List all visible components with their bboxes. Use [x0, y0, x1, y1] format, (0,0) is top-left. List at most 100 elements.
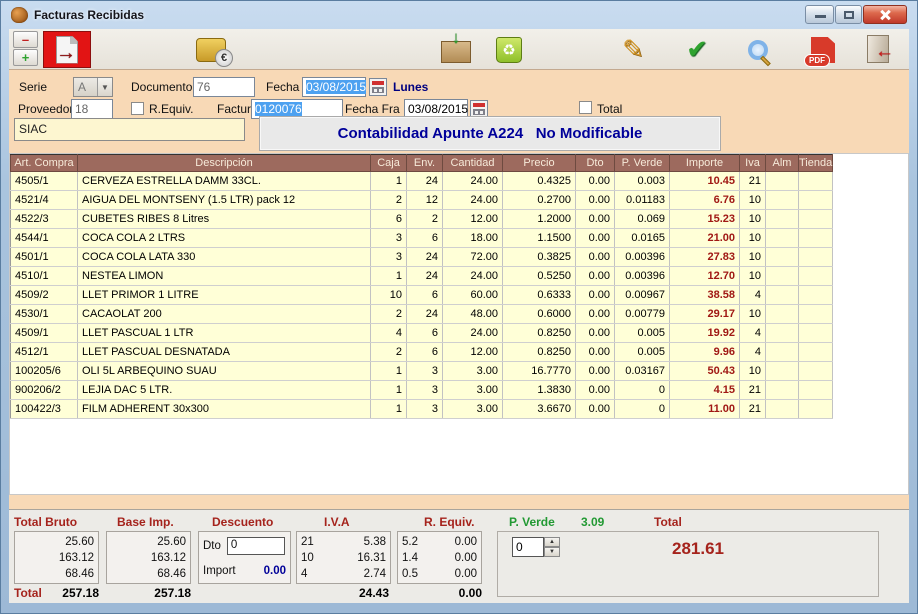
table-row[interactable]: 4512/1 LLET PASCUAL DESNATADA 2 6 12.00 … [11, 343, 833, 362]
total-checkbox[interactable] [579, 101, 592, 114]
remove-line-button[interactable]: – [13, 31, 38, 48]
cell-caja[interactable]: 6 [371, 210, 407, 229]
cell-art[interactable]: 4530/1 [11, 305, 78, 324]
cell-tienda[interactable] [799, 191, 833, 210]
cell-pverde[interactable]: 0.03167 [615, 362, 670, 381]
cell-art[interactable]: 4505/1 [11, 172, 78, 191]
cell-env[interactable]: 24 [407, 267, 443, 286]
cell-pverde[interactable]: 0.00967 [615, 286, 670, 305]
cell-caja[interactable]: 2 [371, 343, 407, 362]
cell-importe[interactable]: 50.43 [670, 362, 740, 381]
cell-desc[interactable]: LLET PASCUAL 1 LTR [78, 324, 371, 343]
cell-desc[interactable]: OLI 5L ARBEQUINO SUAU [78, 362, 371, 381]
cell-art[interactable]: 4512/1 [11, 343, 78, 362]
cell-precio[interactable]: 0.5250 [503, 267, 576, 286]
cell-caja[interactable]: 4 [371, 324, 407, 343]
cell-alm[interactable] [766, 362, 799, 381]
col-alm[interactable]: Alm [766, 155, 799, 172]
fecha-calendar-button[interactable] [369, 78, 387, 96]
cell-caja[interactable]: 2 [371, 191, 407, 210]
cell-alm[interactable] [766, 229, 799, 248]
col-art-compra[interactable]: Art. Compra [11, 155, 78, 172]
table-row[interactable]: 4521/4 AIGUA DEL MONTSENY (1.5 LTR) pack… [11, 191, 833, 210]
cell-env[interactable]: 3 [407, 362, 443, 381]
cell-caja[interactable]: 3 [371, 248, 407, 267]
cell-importe[interactable]: 19.92 [670, 324, 740, 343]
cell-alm[interactable] [766, 267, 799, 286]
cell-art[interactable]: 4509/2 [11, 286, 78, 305]
table-row[interactable]: 900206/2 LEJIA DAC 5 LTR. 1 3 3.00 1.383… [11, 381, 833, 400]
cell-dto[interactable]: 0.00 [576, 324, 615, 343]
cell-cantidad[interactable]: 18.00 [443, 229, 503, 248]
cell-tienda[interactable] [799, 343, 833, 362]
cell-desc[interactable]: AIGUA DEL MONTSENY (1.5 LTR) pack 12 [78, 191, 371, 210]
cell-caja[interactable]: 1 [371, 400, 407, 419]
spinner-input[interactable]: 0 [512, 537, 544, 557]
cell-caja[interactable]: 2 [371, 305, 407, 324]
cell-iva[interactable]: 10 [740, 248, 766, 267]
cell-importe[interactable]: 4.15 [670, 381, 740, 400]
cell-dto[interactable]: 0.00 [576, 362, 615, 381]
cell-importe[interactable]: 27.83 [670, 248, 740, 267]
cell-pverde[interactable]: 0.0165 [615, 229, 670, 248]
cell-pverde[interactable]: 0 [615, 400, 670, 419]
cell-importe[interactable]: 12.70 [670, 267, 740, 286]
cell-desc[interactable]: CUBETES RIBES 8 Litres [78, 210, 371, 229]
col-env[interactable]: Env. [407, 155, 443, 172]
cell-iva[interactable]: 10 [740, 305, 766, 324]
spinner-down-button[interactable]: ▼ [544, 547, 560, 557]
cell-importe[interactable]: 10.45 [670, 172, 740, 191]
cell-pverde[interactable]: 0 [615, 381, 670, 400]
cell-precio[interactable]: 3.6670 [503, 400, 576, 419]
cell-art[interactable]: 4501/1 [11, 248, 78, 267]
col-cantidad[interactable]: Cantidad [443, 155, 503, 172]
maximize-button[interactable] [835, 5, 862, 24]
serie-combo[interactable]: A ▼ [73, 77, 113, 97]
table-row[interactable]: 4509/2 LLET PRIMOR 1 LITRE 10 6 60.00 0.… [11, 286, 833, 305]
cell-cantidad[interactable]: 24.00 [443, 172, 503, 191]
cell-precio[interactable]: 1.1500 [503, 229, 576, 248]
cell-env[interactable]: 24 [407, 248, 443, 267]
cell-caja[interactable]: 1 [371, 381, 407, 400]
cell-alm[interactable] [766, 248, 799, 267]
table-row[interactable]: 4501/1 COCA COLA LATA 330 3 24 72.00 0.3… [11, 248, 833, 267]
cell-desc[interactable]: COCA COLA 2 LTRS [78, 229, 371, 248]
cell-caja[interactable]: 10 [371, 286, 407, 305]
cell-iva[interactable]: 21 [740, 172, 766, 191]
cell-precio[interactable]: 0.8250 [503, 324, 576, 343]
cell-tienda[interactable] [799, 248, 833, 267]
col-iva[interactable]: Iva [740, 155, 766, 172]
cell-pverde[interactable]: 0.00779 [615, 305, 670, 324]
cell-caja[interactable]: 1 [371, 172, 407, 191]
cell-cantidad[interactable]: 3.00 [443, 362, 503, 381]
cell-dto[interactable]: 0.00 [576, 400, 615, 419]
table-row[interactable]: 4505/1 CERVEZA ESTRELLA DAMM 33CL. 1 24 … [11, 172, 833, 191]
col-precio[interactable]: Precio [503, 155, 576, 172]
cell-precio[interactable]: 0.2700 [503, 191, 576, 210]
table-row[interactable]: 100205/6 OLI 5L ARBEQUINO SUAU 1 3 3.00 … [11, 362, 833, 381]
cell-caja[interactable]: 1 [371, 267, 407, 286]
dto-input[interactable]: 0 [227, 537, 285, 555]
table-row[interactable]: 4510/1 NESTEA LIMON 1 24 24.00 0.5250 0.… [11, 267, 833, 286]
col-descripcion[interactable]: Descripción [78, 155, 371, 172]
cell-importe[interactable]: 6.76 [670, 191, 740, 210]
cell-alm[interactable] [766, 286, 799, 305]
cell-dto[interactable]: 0.00 [576, 305, 615, 324]
cell-art[interactable]: 4521/4 [11, 191, 78, 210]
cell-pverde[interactable]: 0.005 [615, 343, 670, 362]
confirm-button[interactable]: ✔ [677, 31, 717, 67]
cell-cantidad[interactable]: 24.00 [443, 324, 503, 343]
cell-dto[interactable]: 0.00 [576, 191, 615, 210]
col-caja[interactable]: Caja [371, 155, 407, 172]
cell-precio[interactable]: 0.3825 [503, 248, 576, 267]
delete-button[interactable]: ♻ [489, 34, 529, 66]
save-button[interactable]: ↓ [437, 37, 475, 67]
col-p-verde[interactable]: P. Verde [615, 155, 670, 172]
cell-iva[interactable]: 10 [740, 210, 766, 229]
table-row[interactable]: 4509/1 LLET PASCUAL 1 LTR 4 6 24.00 0.82… [11, 324, 833, 343]
cell-cantidad[interactable]: 24.00 [443, 191, 503, 210]
fecha-input[interactable]: 03/08/2015 [302, 77, 366, 97]
cell-cantidad[interactable]: 3.00 [443, 400, 503, 419]
invoice-mode-button[interactable]: → [43, 31, 91, 68]
cell-art[interactable]: 4509/1 [11, 324, 78, 343]
